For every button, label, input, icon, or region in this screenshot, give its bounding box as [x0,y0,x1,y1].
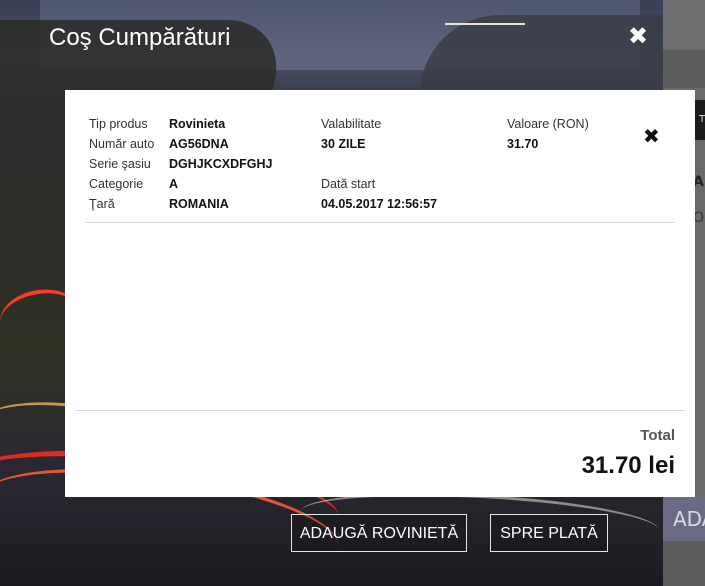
background-add-button: ADA [663,497,705,541]
background-tab-label: TI [699,114,705,125]
modal-title: Coş Cumpărături [49,24,231,51]
product-type-label: Tip produs [89,117,148,131]
plate-number-value: AG56DNA [169,137,229,151]
start-date-value: 04.05.2017 12:56:57 [321,197,438,211]
background-header [663,0,705,50]
value-amount: 31.70 [507,137,539,151]
product-type-value: Rovinieta [169,117,226,131]
total-value: 31.70 lei [581,452,675,479]
close-icon[interactable]: ✖ [626,24,650,48]
chassis-series-value: DGHJKCXDFGHJ [169,157,273,171]
validity-value: 30 ZILE [321,137,366,151]
cart-panel: Tip produs Rovinieta Număr auto AG56DNA … [65,90,695,497]
category-value: A [169,177,179,191]
add-vignette-button[interactable]: ADAUGĂ ROVINIETĂ [291,514,467,552]
category-label: Categorie [89,177,144,191]
to-payment-button[interactable]: SPRE PLATĂ [490,514,608,552]
plate-number-label: Număr auto [89,137,155,151]
start-date-label: Dată start [321,177,376,191]
divider [75,410,685,411]
validity-label: Valabilitate [321,117,382,131]
chassis-series-label: Serie şasiu [89,157,151,171]
cart-item: Tip produs Rovinieta Număr auto AG56DNA … [85,106,675,223]
total-label: Total [640,427,675,444]
country-value: ROMANIA [169,197,229,211]
value-label: Valoare (RON) [507,117,589,131]
country-label: Ţară [89,197,115,211]
remove-item-icon[interactable]: ✖ [643,124,660,148]
light-trail-top [445,23,525,25]
